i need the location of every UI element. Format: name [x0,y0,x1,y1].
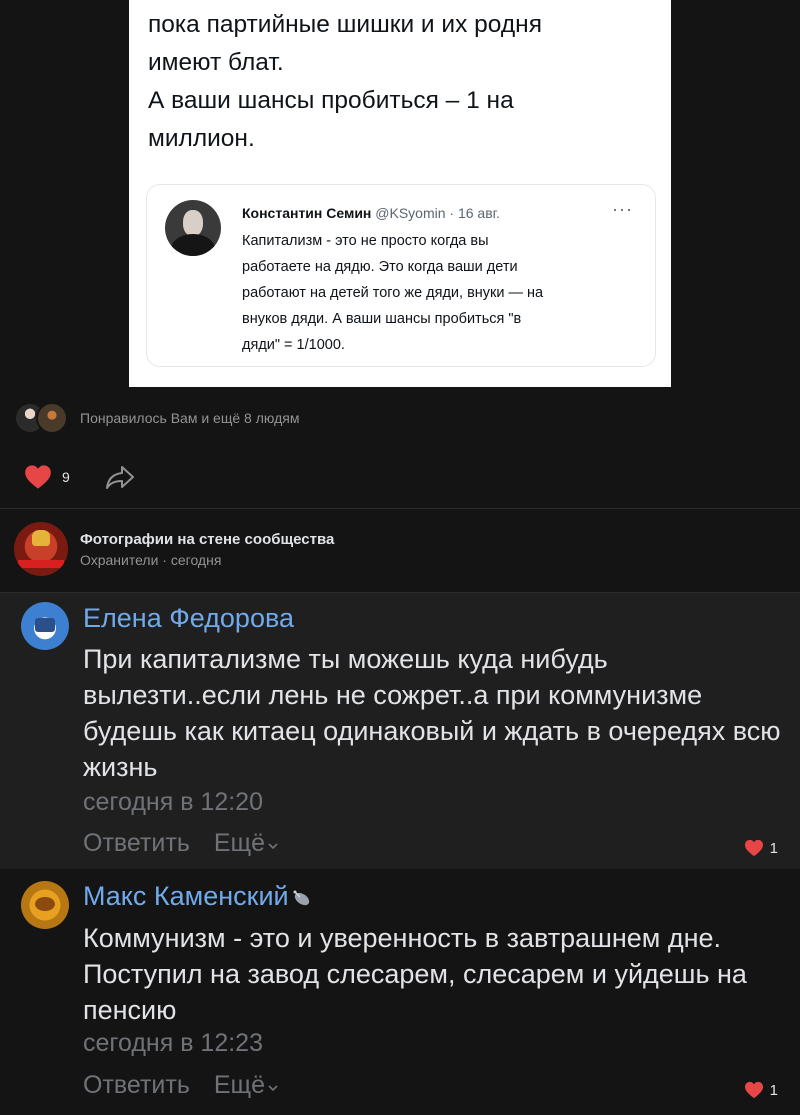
like-button[interactable]: 9 [24,464,70,490]
source-title: Фотографии на стене сообщества [80,530,335,548]
quoted-tweet-text: Капитализм - это не просто когда вы рабо… [242,233,544,353]
divider [0,508,800,509]
more-dots-icon: ··· [612,199,633,219]
comment-like-button[interactable]: 1 [744,839,778,857]
more-button[interactable]: Ещё [214,829,278,858]
comment: Макс Каменский Коммунизм - это и уверенн… [0,869,800,1115]
share-icon [105,466,134,489]
more-button[interactable]: Ещё [214,1071,278,1100]
comment-like-button[interactable]: 1 [744,1081,778,1099]
comment-like-count: 1 [769,1081,778,1099]
likers-row[interactable]: Понравилось Вам и ещё 8 людям [14,400,299,436]
tweet-text: пока партийные шишки и их родня имеют бл… [148,0,663,158]
comment-text: Коммунизм - это и уверенность в завтрашн… [83,923,747,1025]
quoted-author-avatar [165,200,221,256]
share-button[interactable] [104,464,136,490]
comment-author-name[interactable]: Елена Федорова [83,603,294,634]
comment-actions: Ответить Ещё [83,829,278,858]
source-meta: Фотографии на стене сообщества Охранител… [80,531,334,568]
source-subtitle: Охранители · сегодня [80,551,222,568]
likers-text: Понравилось Вам и ещё 8 людям [80,410,300,426]
heart-icon [744,839,763,857]
tweet-line: пока партийные шишки и их родня [148,11,542,38]
post-actions: 9 [24,462,136,492]
comment-author-name[interactable]: Макс Каменский [83,881,313,912]
comment-author-avatar[interactable] [21,602,69,650]
liker-avatar [36,402,68,434]
quoted-author-handle: @KSyomin · 16 авг. [375,205,500,221]
comment: Елена Федорова При капитализме ты можешь… [0,593,800,869]
comment-author-label: Макс Каменский [83,881,289,911]
tweet-line: А ваши шансы пробиться – 1 на [148,87,514,114]
chevron-down-icon [268,1085,278,1092]
heart-icon [744,1081,763,1099]
more-label: Ещё [213,1071,266,1099]
tweet-line: миллион. [148,125,255,152]
quoted-author-name: Константин Семин [242,205,372,221]
comment-actions: Ответить Ещё [83,1071,278,1100]
comment-like-count: 1 [769,839,778,857]
comment-timestamp: сегодня в 12:20 [83,788,263,816]
comment-author-avatar[interactable] [21,881,69,929]
more-label: Ещё [213,829,266,857]
post-image[interactable]: пока партийные шишки и их родня имеют бл… [129,0,671,387]
heart-icon [25,465,51,489]
reply-button[interactable]: Ответить [83,1071,190,1100]
quoted-tweet-card: Константин Семин @KSyomin · 16 авг. ··· … [146,184,656,367]
source-community-row[interactable]: Фотографии на стене сообщества Охранител… [14,520,334,578]
comment-author-label: Елена Федорова [83,603,295,633]
reply-button[interactable]: Ответить [83,829,190,858]
community-avatar [14,522,68,576]
tweet-line: имеют блат. [148,49,284,76]
comment-text: При капитализме ты можешь куда нибудь вы… [83,644,781,782]
quoted-tweet-header: Константин Семин @KSyomin · 16 авг. [242,205,500,221]
like-count: 9 [62,469,70,485]
comment-timestamp: сегодня в 12:23 [83,1029,263,1057]
satellite-icon [293,890,309,906]
chevron-down-icon [268,843,278,850]
